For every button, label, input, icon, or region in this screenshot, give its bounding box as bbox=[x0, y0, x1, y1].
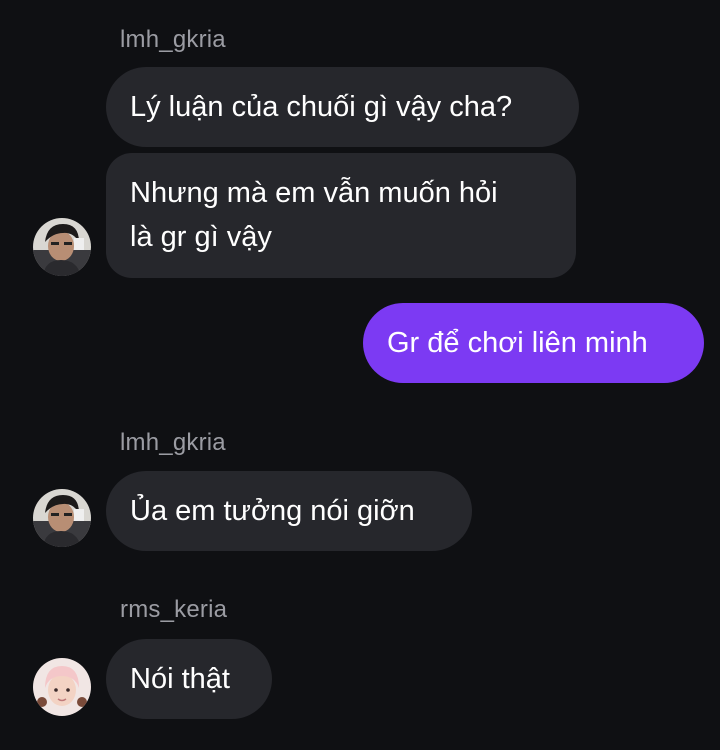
message-text: Ủa em tưởng nói giỡn bbox=[130, 495, 415, 527]
message-bubble-incoming[interactable]: Ủa em tưởng nói giỡn bbox=[106, 471, 472, 551]
sender-name: lmh_gkria bbox=[120, 429, 226, 456]
message-text-line: Nhưng mà em vẫn muốn hỏi bbox=[130, 177, 498, 209]
message-bubble-outgoing[interactable]: Gr để chơi liên minh bbox=[363, 303, 704, 383]
message-text-line: là gr gì vậy bbox=[130, 221, 272, 253]
message-text: Gr để chơi liên minh bbox=[387, 327, 648, 359]
message-text: Lý luận của chuối gì vậy cha? bbox=[130, 91, 513, 123]
message-bubble-incoming[interactable]: Lý luận của chuối gì vậy cha? bbox=[106, 67, 579, 147]
avatar-lmh-gkria-icon[interactable] bbox=[33, 218, 91, 276]
sender-name: rms_keria bbox=[120, 596, 228, 623]
message-text: Nói thật bbox=[130, 663, 230, 695]
sender-name: lmh_gkria bbox=[120, 26, 226, 53]
chat-screen: { "messages": [ { "sender": "lmh_gkria",… bbox=[0, 0, 720, 750]
avatar-lmh-gkria-icon[interactable] bbox=[33, 489, 91, 547]
message-bubble-incoming[interactable]: Nhưng mà em vẫn muốn hỏi là gr gì vậy bbox=[106, 153, 576, 278]
message-bubble-incoming[interactable]: Nói thật bbox=[106, 639, 272, 719]
avatar-rms-keria-icon[interactable] bbox=[33, 658, 91, 716]
